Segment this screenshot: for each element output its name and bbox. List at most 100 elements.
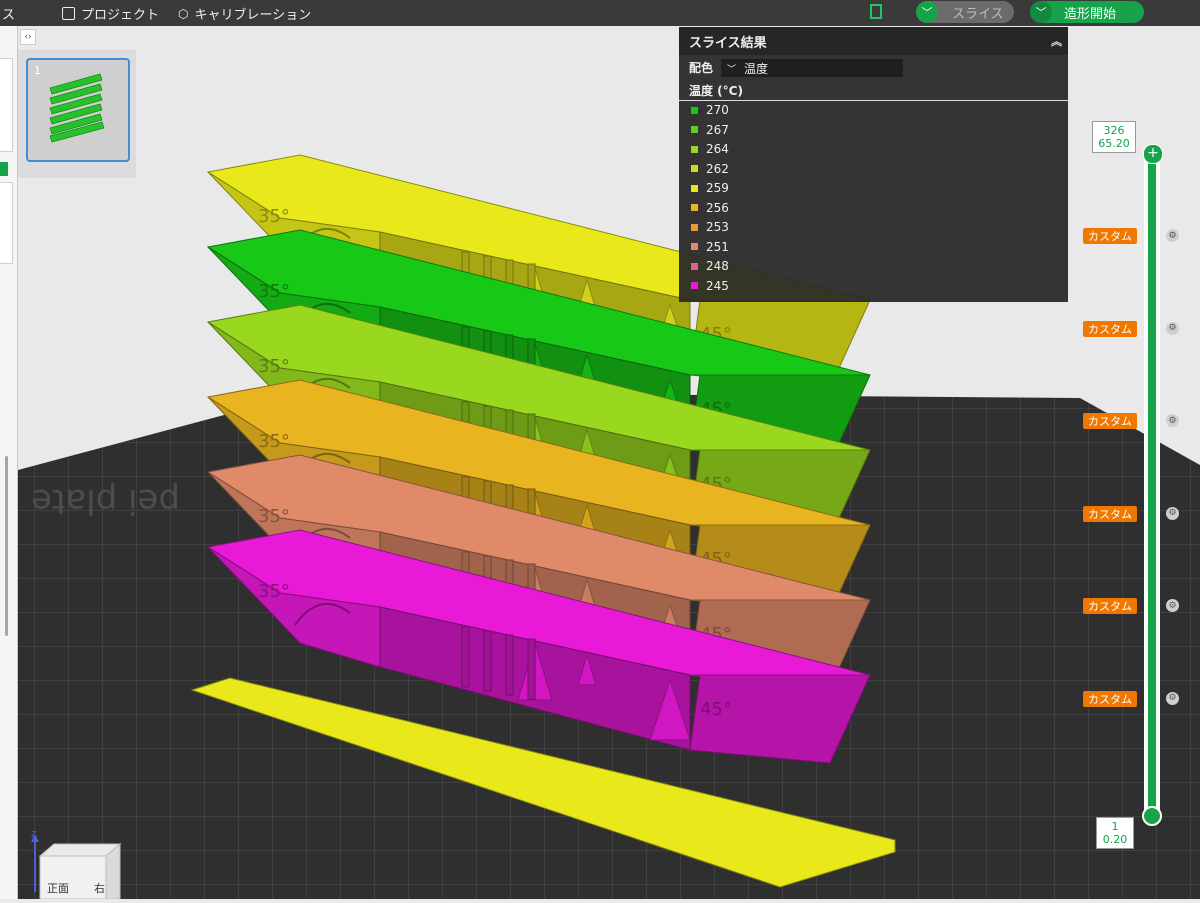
bottom-layer-height: 0.20 bbox=[1102, 833, 1128, 846]
slice-dropdown-icon[interactable]: ﹀ bbox=[916, 1, 938, 23]
legend-row: 253 bbox=[691, 220, 729, 234]
legend-row: 256 bbox=[691, 201, 729, 215]
legend-swatch bbox=[691, 165, 698, 172]
legend-row: 270 bbox=[691, 103, 729, 117]
calibration-menu-label: キャリブレーション bbox=[194, 8, 312, 23]
legend-swatch bbox=[691, 126, 698, 133]
layout-toggle-icon[interactable] bbox=[870, 4, 882, 19]
top-layer-label: 326 65.20 bbox=[1092, 121, 1136, 153]
slice-button-label: スライス bbox=[952, 6, 1004, 22]
gear-icon[interactable]: ⚙ bbox=[1166, 506, 1179, 520]
top-toolbar: ス プロジェクト ⬡ キャリブレーション ﹀ スライス ﹀ 造形開始 bbox=[0, 0, 1200, 26]
gear-icon[interactable]: ⚙ bbox=[1166, 229, 1179, 242]
legend-value: 253 bbox=[706, 220, 729, 234]
custom-marker-badge[interactable]: カスタム bbox=[1083, 690, 1137, 707]
slice-result-title: スライス結果 bbox=[689, 35, 767, 51]
top-layer-height: 65.20 bbox=[1098, 137, 1130, 150]
bottom-handle[interactable] bbox=[1142, 806, 1162, 826]
sidebar-scrollbar[interactable] bbox=[5, 456, 8, 636]
legend-swatch bbox=[691, 184, 698, 192]
tower-pillar bbox=[483, 630, 492, 692]
bottom-layer-label: 1 0.20 bbox=[1096, 817, 1134, 849]
legend-value: 267 bbox=[706, 122, 729, 137]
legend-row: 251 bbox=[691, 240, 729, 254]
angle-label-left: 35° bbox=[258, 431, 290, 452]
custom-marker-badge[interactable]: カスタム bbox=[1083, 505, 1137, 522]
custom-marker-badge[interactable]: カスタム bbox=[1083, 228, 1137, 244]
tower-pillar bbox=[505, 634, 514, 696]
legend-value: 259 bbox=[706, 181, 729, 195]
calibration-menu[interactable]: ⬡ キャリブレーション bbox=[178, 4, 312, 24]
plate-text: pei plate bbox=[31, 481, 180, 521]
legend-value: 264 bbox=[706, 142, 729, 156]
menu-fragment-label: ス bbox=[2, 8, 16, 23]
custom-marker-badge[interactable]: カスタム bbox=[1083, 598, 1137, 614]
legend-divider bbox=[679, 100, 1068, 101]
legend-value: 245 bbox=[706, 278, 729, 293]
top-layer-number: 326 bbox=[1103, 124, 1125, 137]
angle-label-left: 35° bbox=[258, 506, 290, 527]
menu-fragment[interactable]: ス bbox=[2, 4, 15, 23]
sidebar-check-icon bbox=[0, 162, 8, 176]
collapse-icon[interactable]: ︽ bbox=[1051, 33, 1062, 49]
legend-swatch bbox=[691, 243, 698, 250]
cube-front-label[interactable]: 正面 bbox=[47, 880, 69, 896]
legend-value: 262 bbox=[706, 161, 729, 176]
slice-result-header: スライス結果 ︽ bbox=[679, 27, 1068, 55]
slice-button[interactable]: ﹀ スライス bbox=[916, 1, 1014, 23]
legend-swatch bbox=[691, 282, 698, 289]
gear-icon[interactable]: ⚙ bbox=[1166, 691, 1179, 705]
top-handle-plus-icon[interactable]: + bbox=[1143, 144, 1163, 164]
expand-toggle-icon[interactable]: ‹› bbox=[20, 29, 36, 45]
angle-label-left: 35° bbox=[258, 281, 290, 302]
chevron-down-icon: ﹀ bbox=[727, 64, 737, 75]
project-menu-label: プロジェクト bbox=[81, 8, 160, 23]
legend-swatch bbox=[691, 262, 698, 270]
legend-value: 270 bbox=[706, 103, 729, 117]
legend-row: 245 bbox=[691, 279, 729, 293]
axis-z-label: Z bbox=[31, 830, 37, 839]
sidebar-panel-1 bbox=[0, 58, 13, 152]
angle-label-right: 45° bbox=[700, 699, 732, 720]
legend-row: 267 bbox=[691, 123, 729, 137]
legend-value: 248 bbox=[706, 259, 729, 273]
legend-title: 温度 (°C) bbox=[689, 84, 743, 98]
project-menu[interactable]: プロジェクト bbox=[62, 4, 159, 23]
legend-value: 256 bbox=[706, 200, 729, 215]
gear-icon[interactable]: ⚙ bbox=[1166, 414, 1179, 427]
layer-slider[interactable]: + bbox=[1140, 144, 1164, 826]
gear-icon[interactable]: ⚙ bbox=[1166, 321, 1179, 335]
plate-thumbnail[interactable]: 1 bbox=[26, 58, 130, 162]
legend-value: 251 bbox=[706, 239, 729, 254]
legend-row: 264 bbox=[691, 142, 729, 156]
custom-marker-badge[interactable]: カスタム bbox=[1083, 413, 1137, 429]
angle-label-left: 35° bbox=[258, 206, 290, 227]
left-sidebar bbox=[0, 26, 18, 899]
calibration-icon: ⬡ bbox=[178, 6, 189, 21]
legend-swatch bbox=[691, 223, 698, 231]
plate-thumbnail-model bbox=[49, 73, 105, 143]
project-icon bbox=[62, 7, 75, 20]
color-scheme-value: 温度 bbox=[744, 61, 769, 76]
print-dropdown-icon[interactable]: ﹀ bbox=[1030, 1, 1052, 23]
bottom-layer-number: 1 bbox=[1111, 820, 1119, 833]
slice-result-panel: スライス結果 ︽ 配色 ﹀ 温度 温度 (°C) 270 267 264 262 259… bbox=[679, 27, 1068, 302]
view-cube-graphic bbox=[31, 834, 122, 900]
sidebar-panel-2 bbox=[0, 182, 13, 264]
gear-icon[interactable]: ⚙ bbox=[1166, 599, 1179, 612]
view-cube[interactable]: Z 正面 右 bbox=[22, 830, 122, 900]
angle-label-left: 35° bbox=[258, 581, 290, 602]
color-scheme-select[interactable]: ﹀ 温度 bbox=[721, 59, 903, 77]
legend-swatch bbox=[691, 145, 698, 153]
print-button[interactable]: ﹀ 造形開始 bbox=[1030, 1, 1144, 23]
plate-thumbnail-panel: 1 bbox=[18, 50, 136, 178]
tower-pillar bbox=[527, 638, 536, 700]
layer-slider-range bbox=[1148, 155, 1156, 815]
legend-swatch bbox=[691, 204, 698, 211]
color-scheme-label: 配色 bbox=[689, 61, 714, 75]
cube-right-label[interactable]: 右 bbox=[94, 880, 105, 896]
angle-label-left: 35° bbox=[258, 356, 290, 377]
legend-swatch bbox=[691, 106, 698, 114]
custom-marker-badge[interactable]: カスタム bbox=[1083, 320, 1137, 337]
print-button-label: 造形開始 bbox=[1064, 6, 1117, 22]
